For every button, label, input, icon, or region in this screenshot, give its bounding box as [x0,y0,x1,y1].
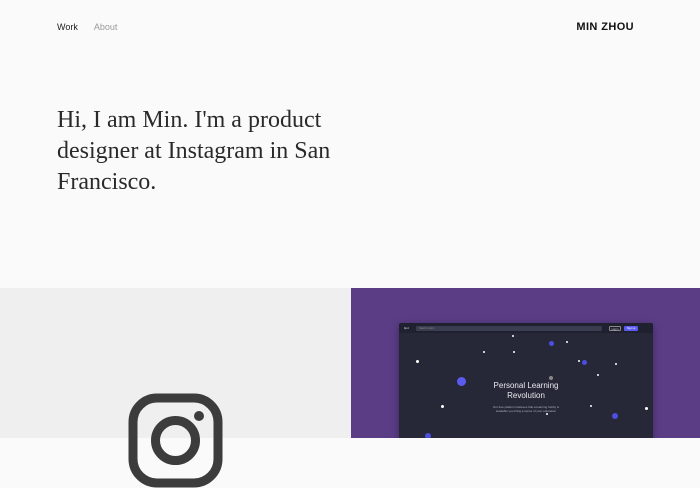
preview-login-button: Log in [609,325,621,331]
site-title[interactable]: MIN ZHOU [576,21,634,33]
hero-intro: Hi, I am Min. I'm a product designer at … [57,107,331,195]
star-dot [615,363,617,365]
star-dot [597,374,599,376]
nav-about-link[interactable]: About [94,22,118,32]
preview-search-input: Search topics [416,325,602,331]
preview-logo: ltpd [404,326,409,330]
star-dot [513,351,515,353]
star-dot [483,351,485,353]
preview-headline-line-1: Personal Learning [493,381,559,390]
star-dot [578,360,580,362]
star-dot [612,413,618,419]
star-dot [582,360,587,365]
star-dot [546,413,548,415]
nav-work-link[interactable]: Work [57,22,78,32]
star-dot [512,335,514,337]
main-nav: Work About [57,22,117,32]
preview-headline-line-2: Revolution [507,391,545,400]
instagram-icon [128,393,223,488]
preview-headline: Personal Learning Revolution [399,381,653,401]
preview-topbar: ltpd Search topics Log in Sign up [399,323,653,333]
preview-subtext: Our free platform believes that a learni… [492,405,560,413]
star-dot [645,407,648,410]
star-dot [549,341,554,346]
star-dot [590,405,592,407]
star-dot [416,360,419,363]
star-dot [549,376,553,380]
learning-site-preview: ltpd Search topics Log in Sign up Person… [399,323,653,438]
preview-signup-button: Sign up [624,325,638,331]
star-dot [425,433,431,438]
project-tile-learning[interactable]: ltpd Search topics Log in Sign up Person… [351,288,700,438]
star-dot [566,341,568,343]
star-dot [441,405,444,408]
